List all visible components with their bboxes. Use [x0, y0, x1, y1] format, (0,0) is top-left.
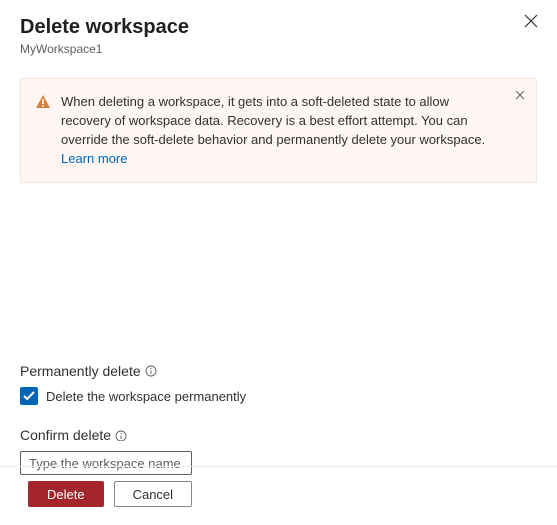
close-icon	[515, 88, 525, 103]
warning-icon	[35, 94, 51, 110]
footer-actions: Delete Cancel	[0, 466, 557, 525]
learn-more-link[interactable]: Learn more	[61, 151, 127, 166]
permanently-delete-label-text: Permanently delete	[20, 363, 141, 379]
page-title: Delete workspace	[20, 14, 537, 40]
alert-message: When deleting a workspace, it gets into …	[61, 94, 485, 147]
soft-delete-warning-alert: When deleting a workspace, it gets into …	[20, 78, 537, 183]
permanently-delete-label: Permanently delete	[20, 363, 537, 379]
dismiss-alert-button[interactable]	[512, 87, 528, 103]
permanently-delete-checkbox-label: Delete the workspace permanently	[46, 389, 246, 404]
permanently-delete-checkbox[interactable]	[20, 387, 38, 405]
delete-button[interactable]: Delete	[28, 481, 104, 507]
alert-text: When deleting a workspace, it gets into …	[61, 93, 500, 168]
workspace-name-subtitle: MyWorkspace1	[20, 42, 537, 56]
info-icon[interactable]	[145, 365, 157, 377]
info-icon[interactable]	[115, 429, 127, 441]
close-icon	[524, 14, 538, 31]
confirm-delete-label: Confirm delete	[20, 427, 537, 443]
close-panel-button[interactable]	[521, 12, 541, 32]
confirm-delete-label-text: Confirm delete	[20, 427, 111, 443]
cancel-button[interactable]: Cancel	[114, 481, 192, 507]
checkmark-icon	[23, 389, 35, 404]
